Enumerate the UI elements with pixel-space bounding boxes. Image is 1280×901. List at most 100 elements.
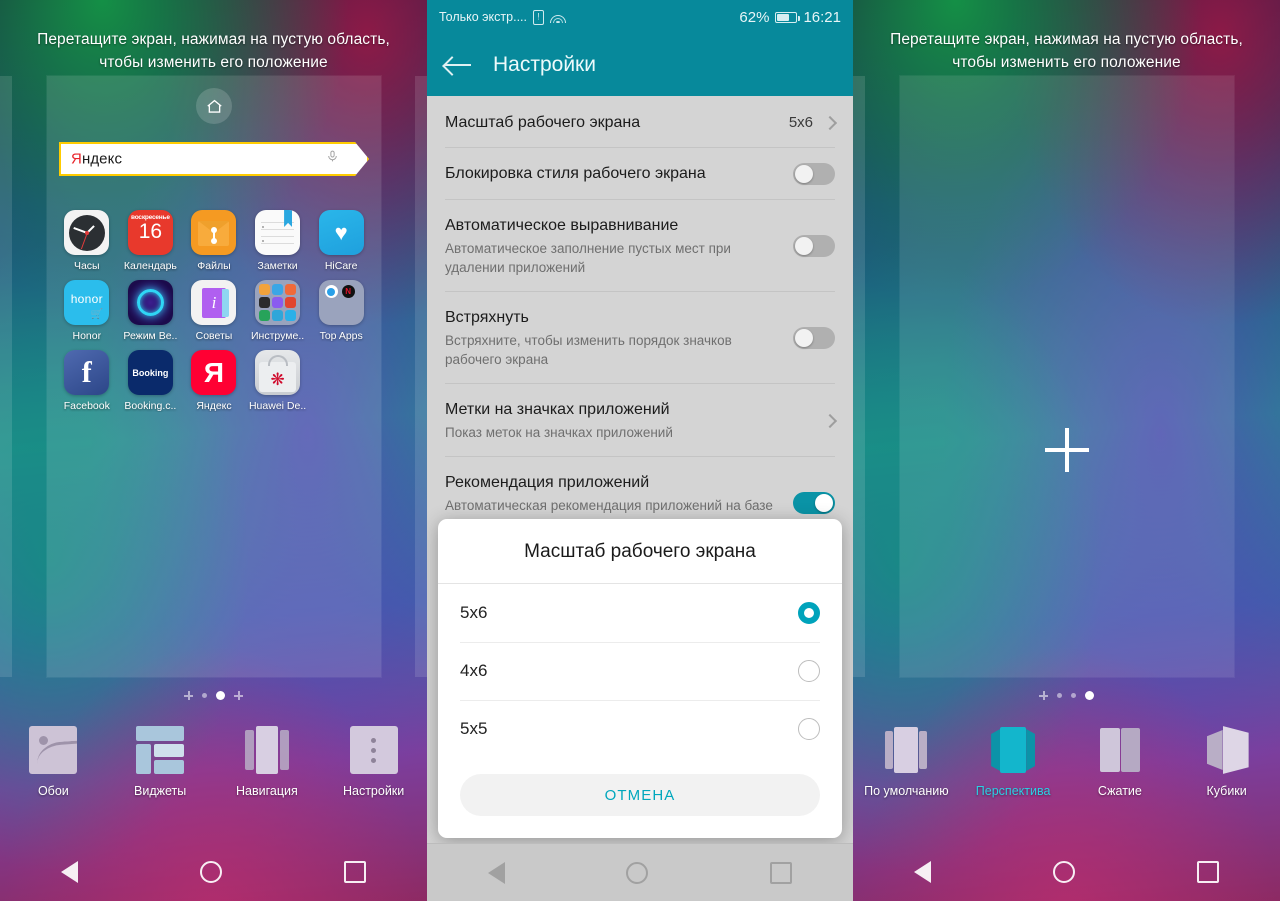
effect-squeeze[interactable]: Сжатие xyxy=(1067,726,1174,798)
setting-subtitle: Показ меток на значках приложений xyxy=(445,425,673,440)
app-row: Часы воскресенье 16 Календарь Файлы Заме… xyxy=(55,202,373,272)
toggle-shake[interactable] xyxy=(793,327,835,349)
app-label: Huawei De.. xyxy=(248,400,307,412)
app-label: Календарь xyxy=(123,260,177,272)
carrier-label: Только экстр.... xyxy=(439,10,527,24)
app-icon-hicare[interactable]: ♥ HiCare xyxy=(309,202,373,272)
neighbour-screen-right[interactable] xyxy=(415,76,427,677)
setting-row-grid-size[interactable]: Масштаб рабочего экрана 5x6 xyxy=(427,96,853,147)
yandex-search-widget[interactable]: Яндекс xyxy=(59,142,369,176)
setting-title: Рекомендация приложений xyxy=(445,474,650,491)
app-icon-tools-folder[interactable]: Инструме.. xyxy=(246,272,310,342)
battery-icon xyxy=(775,11,800,23)
effect-default[interactable]: По умолчанию xyxy=(853,726,960,798)
dialog-option-5x5[interactable]: 5x5 xyxy=(438,700,842,758)
android-nav-bar xyxy=(0,843,427,901)
app-icon-booking[interactable]: Booking Booking.c.. xyxy=(119,342,183,412)
radio-selected-icon[interactable] xyxy=(798,602,820,624)
radio-unselected-icon[interactable] xyxy=(798,660,820,682)
tool-label: Навигация xyxy=(236,784,298,798)
battery-percent-label: 62% xyxy=(739,8,770,26)
effect-perspective[interactable]: Перспектива xyxy=(960,726,1067,798)
page-dot[interactable] xyxy=(1071,693,1076,698)
tool-wallpaper[interactable]: Обои xyxy=(0,726,107,798)
tool-settings[interactable]: Настройки xyxy=(320,726,427,798)
yandex-icon: Я xyxy=(191,350,237,395)
app-icon-clock[interactable]: Часы xyxy=(55,202,119,272)
files-icon xyxy=(191,210,237,255)
app-icon-top-apps-folder[interactable]: N Top Apps xyxy=(309,272,373,342)
page-add-right[interactable] xyxy=(234,691,243,700)
empty-screen-preview[interactable] xyxy=(900,76,1234,677)
effect-label: Кубики xyxy=(1206,784,1247,798)
nav-home-icon[interactable] xyxy=(626,861,649,884)
toggle-auto-align[interactable] xyxy=(793,235,835,257)
app-icon-facebook[interactable]: f Facebook xyxy=(55,342,119,412)
dialog-option-label: 4x6 xyxy=(460,661,488,680)
nav-recents-icon[interactable] xyxy=(770,861,793,884)
widgets-icon xyxy=(136,726,185,774)
setting-row-lock-layout[interactable]: Блокировка стиля рабочего экрана xyxy=(427,147,853,199)
nav-home-icon[interactable] xyxy=(200,861,222,883)
effect-cube[interactable]: Кубики xyxy=(1173,726,1280,798)
app-label: Facebook xyxy=(63,400,110,412)
app-label: Заметки xyxy=(257,260,298,272)
toggle-lock-layout[interactable] xyxy=(793,163,835,185)
page-dot[interactable] xyxy=(202,693,207,698)
app-icon-night-mode[interactable]: Режим Ве.. xyxy=(119,272,183,342)
dialog-option-4x6[interactable]: 4x6 xyxy=(438,642,842,700)
app-icon-calendar[interactable]: воскресенье 16 Календарь xyxy=(119,202,183,272)
page-indicator xyxy=(853,691,1280,700)
toggle-app-recommendation[interactable] xyxy=(793,492,835,514)
notes-icon xyxy=(255,210,301,255)
hicare-heart-icon: ♥ xyxy=(318,210,364,255)
tool-widgets[interactable]: Виджеты xyxy=(107,726,214,798)
plus-icon[interactable] xyxy=(1045,428,1089,472)
dialog-option-5x6[interactable]: 5x6 xyxy=(438,584,842,642)
page-dot-active[interactable] xyxy=(1085,691,1094,700)
setting-row-shake[interactable]: Встряхнуть Встряхните, чтобы изменить по… xyxy=(427,291,853,383)
back-arrow-icon[interactable] xyxy=(445,55,471,75)
neighbour-screen-left[interactable] xyxy=(853,76,865,677)
app-icon-honor[interactable]: honor 🛒 Honor xyxy=(55,272,119,342)
nav-back-icon[interactable] xyxy=(487,861,505,884)
yandex-glyph: Я xyxy=(203,356,225,388)
home-badge-icon xyxy=(196,88,232,124)
nav-back-icon[interactable] xyxy=(914,861,931,883)
page-dot-active[interactable] xyxy=(216,691,225,700)
page-add-left[interactable] xyxy=(184,691,193,700)
calendar-icon: воскресенье 16 xyxy=(127,210,173,255)
setting-title: Метки на значках приложений xyxy=(445,401,670,418)
effects-toolbar: По умолчанию Перспектива Сжатие Кубики xyxy=(853,726,1280,798)
app-icon-tips[interactable]: i Советы xyxy=(182,272,246,342)
page-add-left[interactable] xyxy=(1039,691,1048,700)
app-icon-yandex[interactable]: Я Яндекс xyxy=(182,342,246,412)
setting-row-app-badges[interactable]: Метки на значках приложений Показ меток … xyxy=(427,383,853,456)
setting-row-auto-align[interactable]: Автоматическое выравнивание Автоматическ… xyxy=(427,199,853,291)
cancel-button[interactable]: ОТМЕНА xyxy=(460,774,820,816)
page-dot[interactable] xyxy=(1057,693,1062,698)
effect-cube-icon xyxy=(1203,726,1251,774)
app-icon-notes[interactable]: Заметки xyxy=(246,202,310,272)
app-icon-files[interactable]: Файлы xyxy=(182,202,246,272)
nav-home-icon[interactable] xyxy=(1053,861,1075,883)
home-screen-preview[interactable]: Яндекс Часы воскресенье 16 Календарь Фай… xyxy=(47,76,381,677)
honor-store-icon: honor 🛒 xyxy=(64,280,110,325)
nav-recents-icon[interactable] xyxy=(344,861,366,883)
app-slot-empty[interactable] xyxy=(309,342,373,412)
settings-panel: Только экстр.... 62% 16:21 Настройки Мас… xyxy=(427,0,853,901)
neighbour-screen-left[interactable] xyxy=(0,76,12,677)
setting-text: Метки на значках приложений Показ меток … xyxy=(445,399,825,442)
app-icon-huawei-appgallery[interactable]: ❋ Huawei De.. xyxy=(246,342,310,412)
microphone-icon[interactable] xyxy=(326,148,339,170)
app-label: Honor xyxy=(72,330,102,342)
neon-ring-icon xyxy=(127,280,173,325)
status-bar-right: 62% 16:21 xyxy=(739,9,841,26)
dialog-title: Масштаб рабочего экрана xyxy=(524,541,756,562)
setting-title: Блокировка стиля рабочего экрана xyxy=(445,165,706,182)
nav-recents-icon[interactable] xyxy=(1197,861,1219,883)
tool-navigation[interactable]: Навигация xyxy=(214,726,321,798)
radio-unselected-icon[interactable] xyxy=(798,718,820,740)
yandex-logo-letter: Я xyxy=(71,150,82,168)
nav-back-icon[interactable] xyxy=(61,861,78,883)
